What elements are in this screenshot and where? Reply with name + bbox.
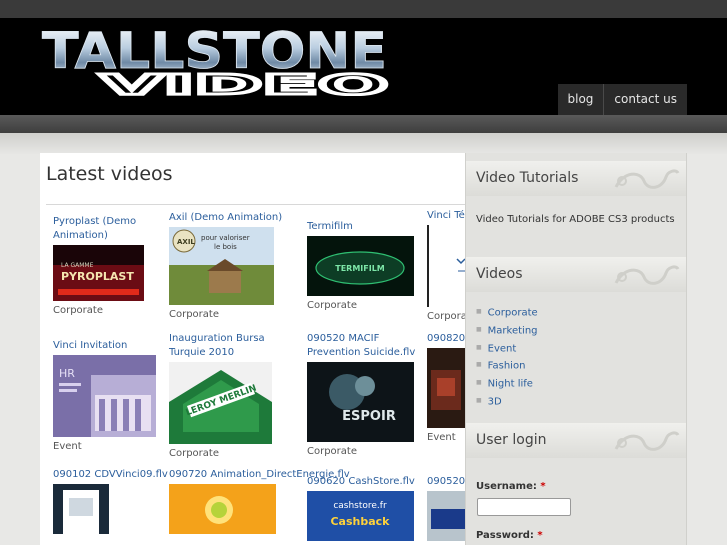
top-bar bbox=[0, 0, 727, 18]
svg-text:le bois: le bois bbox=[214, 243, 237, 251]
category-link-3d[interactable]: 3D bbox=[476, 393, 538, 411]
username-input[interactable] bbox=[477, 498, 571, 516]
video-title-link[interactable]: 090520 T bbox=[427, 475, 465, 489]
svg-text:cashstore.fr: cashstore.fr bbox=[333, 501, 387, 511]
required-marker: * bbox=[537, 530, 543, 541]
video-tutorials-header: Video Tutorials bbox=[466, 161, 686, 196]
svg-text:LA GAMME: LA GAMME bbox=[61, 262, 94, 269]
category-link-night-life[interactable]: Night life bbox=[476, 375, 538, 393]
video-thumbnail[interactable] bbox=[427, 348, 465, 428]
category-link-event[interactable]: Event bbox=[476, 340, 538, 358]
video-item: 090820 Cheval_ Event bbox=[427, 332, 465, 443]
video-category: Event bbox=[53, 441, 82, 452]
video-thumbnail[interactable]: AXIL pour valoriser le bois bbox=[169, 227, 274, 305]
svg-text:AXIL: AXIL bbox=[177, 238, 195, 246]
swirl-ornament-icon bbox=[614, 169, 680, 189]
header-sub-bar bbox=[0, 115, 727, 133]
video-item: Termifilm TERMIFILM Corporate bbox=[307, 220, 425, 311]
video-item: 090102 CDVVinci09.flv bbox=[53, 468, 171, 534]
user-login-header: User login bbox=[466, 423, 686, 458]
video-thumbnail[interactable]: LA GAMME PYROPLAST bbox=[53, 245, 144, 301]
video-title-link[interactable]: Vinci Invitation bbox=[53, 339, 171, 353]
video-item: Inauguration Bursa Turquie 2010 LEROY ME… bbox=[169, 332, 287, 459]
video-category: Corporate bbox=[307, 446, 357, 457]
video-category: Corporate bbox=[427, 311, 465, 322]
svg-text:HR: HR bbox=[59, 367, 75, 380]
main-content: Latest videos Pyroplast (Demo Animation)… bbox=[40, 153, 465, 545]
svg-text:pour valoriser: pour valoriser bbox=[201, 234, 250, 242]
nav-contact-link[interactable]: contact us bbox=[603, 84, 687, 115]
video-thumbnail[interactable]: LEROY MERLIN bbox=[169, 362, 272, 444]
video-title-link[interactable]: Inauguration Bursa Turquie 2010 bbox=[169, 332, 287, 360]
video-thumbnail[interactable]: TERMIFILM bbox=[307, 236, 414, 296]
video-category: Event bbox=[427, 432, 456, 443]
site-logo[interactable]: TALLSTONE VIDEO bbox=[40, 18, 392, 96]
video-title-link[interactable]: Pyroplast (Demo Animation) bbox=[53, 215, 171, 243]
svg-text:Cashback: Cashback bbox=[330, 515, 390, 528]
video-title-link[interactable]: 090102 CDVVinci09.flv bbox=[53, 468, 171, 482]
video-title-link[interactable]: 090820 Cheval_ bbox=[427, 332, 465, 346]
title-divider bbox=[46, 204, 465, 205]
video-title-link[interactable]: 090720 Animation_DirectEnergie.flv bbox=[169, 468, 350, 482]
video-thumbnail[interactable] bbox=[427, 491, 465, 541]
video-item: 090620 CashStore.flv cashstore.fr Cashba… bbox=[307, 475, 425, 541]
header-band bbox=[0, 133, 727, 155]
video-category: Corporate bbox=[307, 300, 357, 311]
video-item: Vinci Invitation HR Event bbox=[53, 339, 171, 452]
swirl-ornament-icon bbox=[614, 265, 680, 285]
video-tutorials-text: Video Tutorials for ADOBE CS3 products bbox=[476, 214, 675, 225]
videos-block-header: Videos bbox=[466, 257, 686, 292]
required-marker: * bbox=[540, 481, 546, 492]
password-label: Password: * bbox=[476, 530, 543, 541]
category-link-corporate[interactable]: Corporate bbox=[476, 304, 538, 322]
video-category: Corporate bbox=[53, 305, 103, 316]
video-thumbnail[interactable]: ESPOIR bbox=[307, 362, 414, 442]
video-item: Vinci Tél Corporate bbox=[427, 209, 465, 322]
site-header: TALLSTONE VIDEO blog contact us bbox=[0, 18, 727, 115]
page-title: Latest videos bbox=[46, 163, 173, 185]
video-thumbnail[interactable]: cashstore.fr Cashback bbox=[307, 491, 414, 541]
video-thumbnail[interactable] bbox=[169, 484, 276, 534]
sidebar: Video Tutorials Video Tutorials for ADOB… bbox=[465, 153, 687, 545]
video-item: 090520 MACIF Prevention Suicide.flv ESPO… bbox=[307, 332, 425, 457]
video-category: Corporate bbox=[169, 309, 219, 320]
videos-category-list: Corporate Marketing Event Fashion Night … bbox=[476, 304, 538, 411]
video-title-link[interactable]: Axil (Demo Animation) bbox=[169, 211, 287, 225]
video-title-link[interactable]: 090520 MACIF Prevention Suicide.flv bbox=[307, 332, 425, 360]
svg-text:PYROPLAST: PYROPLAST bbox=[61, 270, 134, 283]
svg-text:ESPOIR: ESPOIR bbox=[342, 409, 396, 424]
video-item: Axil (Demo Animation) AXIL pour valorise… bbox=[169, 211, 287, 320]
video-title-link[interactable]: 090620 CashStore.flv bbox=[307, 475, 425, 489]
video-title-link[interactable]: Vinci Tél bbox=[427, 209, 465, 223]
video-thumbnail[interactable] bbox=[427, 225, 465, 307]
video-thumbnail[interactable]: HR bbox=[53, 355, 156, 437]
video-title-link[interactable]: Termifilm bbox=[307, 220, 425, 234]
swirl-ornament-icon bbox=[614, 431, 680, 451]
video-item: 090720 Animation_DirectEnergie.flv bbox=[169, 468, 350, 534]
primary-nav: blog contact us bbox=[557, 84, 687, 115]
username-label: Username: * bbox=[476, 481, 546, 492]
svg-text:VIDEO: VIDEO bbox=[100, 68, 388, 96]
video-item: 090520 T bbox=[427, 475, 465, 541]
nav-blog-link[interactable]: blog bbox=[558, 84, 604, 115]
category-link-marketing[interactable]: Marketing bbox=[476, 322, 538, 340]
svg-text:TERMIFILM: TERMIFILM bbox=[335, 264, 385, 273]
video-item: Pyroplast (Demo Animation) LA GAMME PYRO… bbox=[53, 215, 171, 316]
video-category: Corporate bbox=[169, 448, 219, 459]
category-link-fashion[interactable]: Fashion bbox=[476, 357, 538, 375]
video-thumbnail[interactable] bbox=[53, 484, 109, 534]
